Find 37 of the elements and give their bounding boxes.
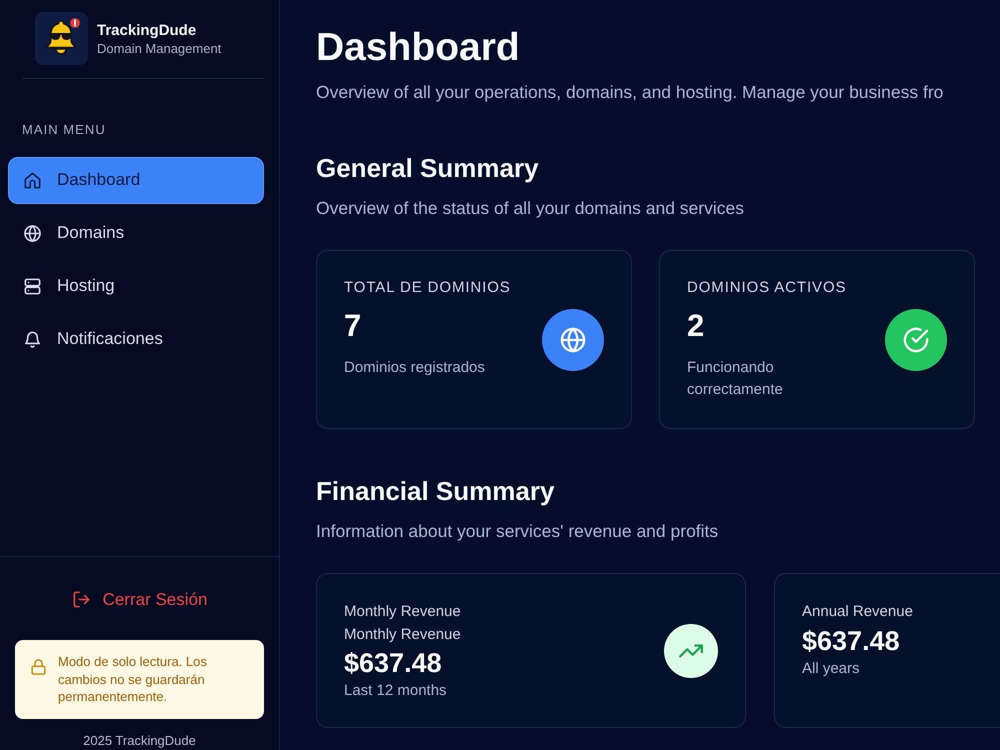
stat-description: Dominios registrados — [344, 358, 486, 378]
trend-up-icon — [664, 624, 718, 678]
revenue-label: Monthly Revenue — [344, 624, 462, 644]
page-subtitle: Overview of all your operations, domains, and hosting. Manage your business fro — [316, 81, 944, 104]
stat-value: 7 — [344, 307, 362, 345]
nav-item[interactable]: Notificaciones — [8, 316, 264, 362]
brand-tagline: Domain Management — [97, 40, 222, 56]
revenue-period: Last 12 months — [344, 681, 448, 701]
stat-value: 2 — [687, 307, 706, 345]
nav-item[interactable]: Hosting — [8, 262, 264, 310]
globe-icon — [23, 224, 42, 242]
bell-icon — [23, 330, 42, 348]
revenue-label: Annual Revenue — [802, 602, 914, 622]
lock-icon — [30, 658, 47, 676]
menu-section-label: MAIN MENU — [22, 121, 107, 139]
notice-text: Modo de solo lectura. Los cambios no se guardarán permanentemente. — [58, 653, 208, 706]
server-icon — [23, 276, 42, 296]
stat-label: DOMINIOS ACTIVOS — [687, 278, 848, 298]
section-title: General Summary — [316, 152, 540, 184]
stat-description: Funcionando correctamente — [687, 358, 784, 400]
stat-label: TOTAL DE DOMINIOS — [344, 278, 512, 298]
home-icon — [23, 170, 42, 190]
page-title: Dashboard — [316, 25, 521, 71]
revenue-amount: $637.48 — [802, 624, 901, 658]
section-subtitle: Information about your services' revenue and profits — [316, 520, 720, 543]
revenue-label: Monthly Revenue — [344, 602, 462, 622]
revenue-period: All years — [802, 658, 861, 678]
logo-icon — [35, 12, 88, 65]
nav-item[interactable]: Domains — [8, 210, 264, 256]
revenue-amount: $637.48 — [344, 647, 443, 680]
nav-item[interactable]: Dashboard — [8, 156, 264, 204]
logout-button[interactable]: Cerrar Sesión — [64, 582, 216, 616]
logout-icon — [72, 590, 91, 609]
footer-text: 2025 TrackingDude — [83, 732, 196, 750]
section-subtitle: Overview of the status of all your domains and services — [316, 197, 745, 220]
section-title: Financial Summary — [316, 475, 556, 507]
brand-name: TrackingDude — [97, 20, 198, 40]
